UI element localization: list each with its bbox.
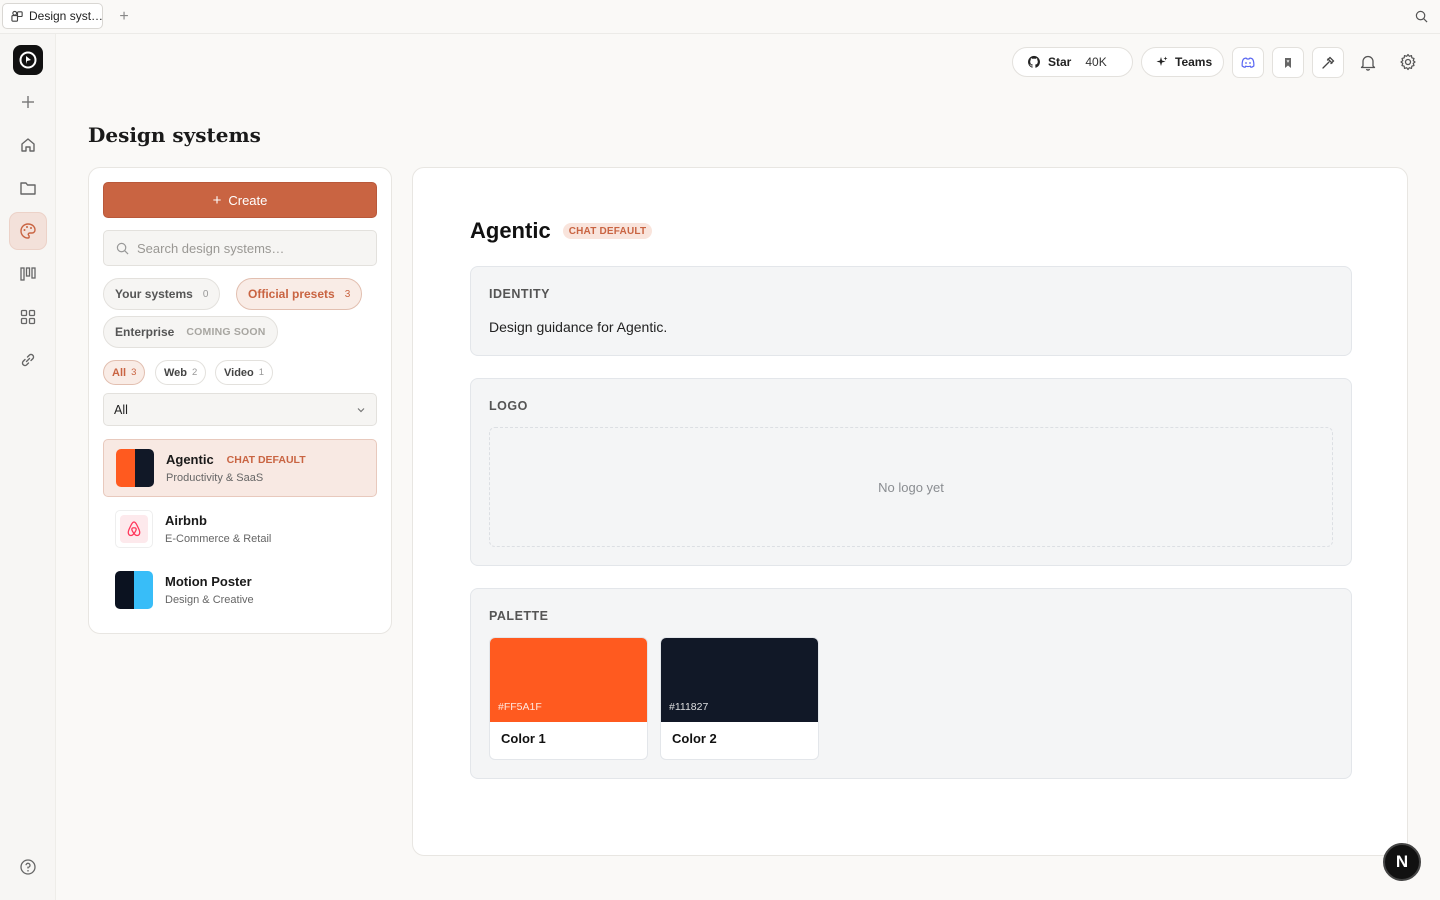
system-item-motion-poster[interactable]: Motion Poster Design & Creative <box>103 561 377 619</box>
browser-tab-strip: Design syst… + <box>0 0 1440 34</box>
system-item-airbnb[interactable]: Airbnb E-Commerce & Retail <box>103 500 377 558</box>
home-icon[interactable] <box>9 126 47 164</box>
filter-count: 1 <box>258 367 265 378</box>
bookmark-button[interactable] <box>1272 47 1304 78</box>
logo-section: LOGO No logo yet <box>470 378 1352 566</box>
swatch-fill: #111827 <box>661 638 818 722</box>
identity-text: Design guidance for Agentic. <box>489 319 668 335</box>
system-item-agentic[interactable]: Agentic CHAT DEFAULT Productivity & SaaS <box>103 439 377 497</box>
segment-label: Your systems <box>115 287 193 301</box>
teams-label: Teams <box>1175 55 1213 69</box>
kanban-icon[interactable] <box>9 255 47 293</box>
gear-icon[interactable] <box>1399 53 1417 71</box>
logo-dropzone[interactable]: No logo yet <box>489 427 1333 547</box>
system-category: E-Commerce & Retail <box>165 533 272 545</box>
new-plus-icon[interactable] <box>9 83 47 121</box>
category-select[interactable]: All <box>103 393 377 426</box>
filter-web[interactable]: Web 2 <box>155 360 207 385</box>
palette-label: PALETTE <box>489 609 549 623</box>
grid-icon[interactable] <box>9 298 47 336</box>
detail-title: Agentic <box>470 218 551 243</box>
browser-tab[interactable]: Design syst… <box>2 3 103 29</box>
coming-soon-badge: COMING SOON <box>186 326 266 338</box>
search-input[interactable] <box>137 240 357 256</box>
help-icon[interactable] <box>9 848 47 886</box>
filter-count: 2 <box>192 367 198 378</box>
system-category: Design & Creative <box>165 594 254 606</box>
filter-video[interactable]: Video 1 <box>215 360 274 385</box>
filter-label: Video <box>224 366 254 379</box>
identity-section: IDENTITY Design guidance for Agentic. <box>470 266 1352 356</box>
filter-all[interactable]: All 3 <box>103 360 146 385</box>
design-tab-icon <box>11 10 23 22</box>
github-icon <box>1027 55 1041 68</box>
hammer-icon <box>1322 56 1335 69</box>
search-icon <box>116 242 129 254</box>
folder-icon[interactable] <box>9 169 47 207</box>
swatch-hex: #111827 <box>669 701 709 713</box>
left-rail <box>0 34 56 900</box>
identity-label: IDENTITY <box>489 287 550 301</box>
page-title: Design systems <box>88 123 261 147</box>
airbnb-logo-icon <box>115 510 153 548</box>
category-select-value: All <box>114 402 128 417</box>
chat-default-badge: CHAT DEFAULT <box>226 453 306 466</box>
create-button[interactable]: + Create <box>103 182 377 218</box>
assistant-fab-button[interactable]: N <box>1383 843 1421 881</box>
segment-official-presets[interactable]: Official presets 3 <box>236 278 363 310</box>
segment-label: Official presets <box>248 287 335 301</box>
logo-label: LOGO <box>489 399 528 413</box>
plus-icon: + <box>212 191 222 209</box>
chevron-down-icon <box>357 407 365 412</box>
segment-count: 3 <box>344 288 351 300</box>
segment-label: Enterprise <box>115 325 175 339</box>
system-name: Agentic <box>166 452 214 467</box>
bell-icon[interactable] <box>1359 53 1377 71</box>
link-icon[interactable] <box>9 341 47 379</box>
github-star-button[interactable]: Star 40K <box>1012 47 1133 77</box>
discord-icon <box>1241 57 1255 68</box>
color-swatch[interactable]: #FF5A1F Color 1 <box>489 637 648 760</box>
new-tab-button[interactable]: + <box>116 9 132 25</box>
swatch-name: Color 1 <box>501 731 546 746</box>
filter-label: Web <box>164 366 188 379</box>
system-category: Productivity & SaaS <box>166 472 264 484</box>
segment-your-systems[interactable]: Your systems 0 <box>103 278 221 310</box>
swatch-name: Color 2 <box>672 731 717 746</box>
palette-section: PALETTE #FF5A1F Color 1 #111827 Color 2 <box>470 588 1352 779</box>
segment-count: 0 <box>202 288 209 300</box>
sparkle-icon <box>1156 56 1168 66</box>
segment-enterprise[interactable]: Enterprise COMING SOON <box>103 316 278 348</box>
browser-tab-title: Design syst… <box>29 9 102 23</box>
chat-default-badge: CHAT DEFAULT <box>562 223 653 239</box>
search-icon[interactable] <box>1415 10 1428 28</box>
app-logo-icon[interactable] <box>13 45 43 75</box>
system-name: Motion Poster <box>165 574 252 589</box>
system-thumbnail <box>115 571 153 609</box>
design-systems-panel: + Create Your systems 0 Official presets… <box>88 167 392 634</box>
star-label: Star <box>1048 55 1072 69</box>
search-box <box>103 230 377 266</box>
palette-icon[interactable] <box>9 212 47 250</box>
bookmark-icon <box>1285 57 1291 68</box>
create-label: Create <box>228 192 268 208</box>
system-name: Airbnb <box>165 513 207 528</box>
no-logo-text: No logo yet <box>878 479 944 495</box>
swatch-hex: #FF5A1F <box>498 701 542 713</box>
filter-label: All <box>112 366 127 379</box>
filter-count: 3 <box>131 367 137 378</box>
color-swatch[interactable]: #111827 Color 2 <box>660 637 819 760</box>
design-system-detail: Agentic CHAT DEFAULT IDENTITY Design gui… <box>412 167 1408 856</box>
star-count: 40K <box>1085 55 1107 69</box>
system-thumbnail <box>116 449 154 487</box>
teams-button[interactable]: Teams <box>1141 47 1224 77</box>
discord-button[interactable] <box>1232 47 1264 78</box>
swatch-fill: #FF5A1F <box>490 638 647 722</box>
tools-button[interactable] <box>1312 47 1344 78</box>
